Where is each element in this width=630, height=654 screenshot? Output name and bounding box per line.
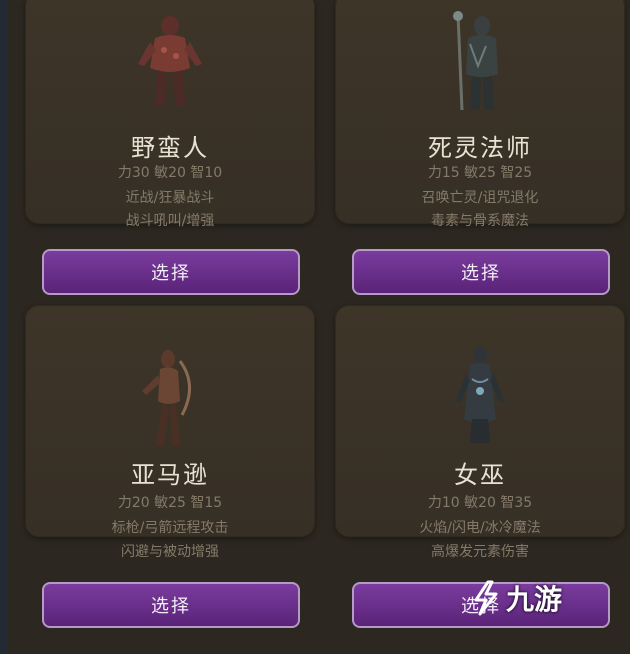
select-barbarian-button[interactable]: 选择: [42, 249, 300, 295]
barbarian-portrait-icon: [138, 16, 202, 106]
character-skill-line: 闪避与被动增强: [121, 544, 219, 560]
character-select-grid: 野蛮人 力30 敏20 智10 近战/狂暴战斗 战斗吼叫/增强 选择 死灵法师 …: [0, 0, 630, 654]
character-stats: 力10 敏20 智35: [427, 495, 533, 511]
character-skill-line: 高爆发元素伤害: [431, 544, 529, 560]
character-card-sorceress: 女巫 力10 敏20 智35 火焰/闪电/冰冷魔法 高爆发元素伤害: [335, 305, 625, 560]
select-amazon-button[interactable]: 选择: [42, 582, 300, 628]
sorceress-portrait-icon: [456, 346, 504, 443]
character-skill-line: 火焰/闪电/冰冷魔法: [419, 520, 541, 536]
character-name: 亚马逊: [131, 461, 209, 489]
character-skill-line: 近战/狂暴战斗: [125, 190, 215, 206]
character-card-necromancer: 死灵法师 力15 敏25 智25 召唤亡灵/诅咒退化 毒素与骨系魔法: [335, 0, 625, 229]
character-skill-line: 战斗吼叫/增强: [125, 213, 215, 229]
character-card-amazon: 亚马逊 力20 敏25 智15 标枪/弓箭远程攻击 闪避与被动增强: [25, 305, 315, 560]
select-necromancer-button[interactable]: 选择: [352, 249, 610, 295]
character-skill-line: 毒素与骨系魔法: [431, 213, 529, 229]
character-stats: 力15 敏25 智25: [427, 165, 533, 181]
character-stats: 力20 敏25 智15: [117, 495, 223, 511]
necromancer-portrait-icon: [453, 11, 498, 111]
character-card-barbarian: 野蛮人 力30 敏20 智10 近战/狂暴战斗 战斗吼叫/增强: [25, 0, 315, 229]
character-stats: 力30 敏20 智10: [117, 165, 223, 181]
watermark-text: 九游: [506, 583, 563, 616]
character-name: 野蛮人: [131, 134, 209, 162]
character-skill-line: 召唤亡灵/诅咒退化: [421, 190, 539, 206]
character-skill-line: 标枪/弓箭远程攻击: [111, 520, 229, 536]
jiuyou-logo-icon: [474, 580, 498, 616]
character-name: 女巫: [454, 461, 506, 489]
amazon-portrait-icon: [142, 350, 191, 445]
character-name: 死灵法师: [428, 134, 532, 162]
watermark: 九游: [470, 578, 562, 618]
